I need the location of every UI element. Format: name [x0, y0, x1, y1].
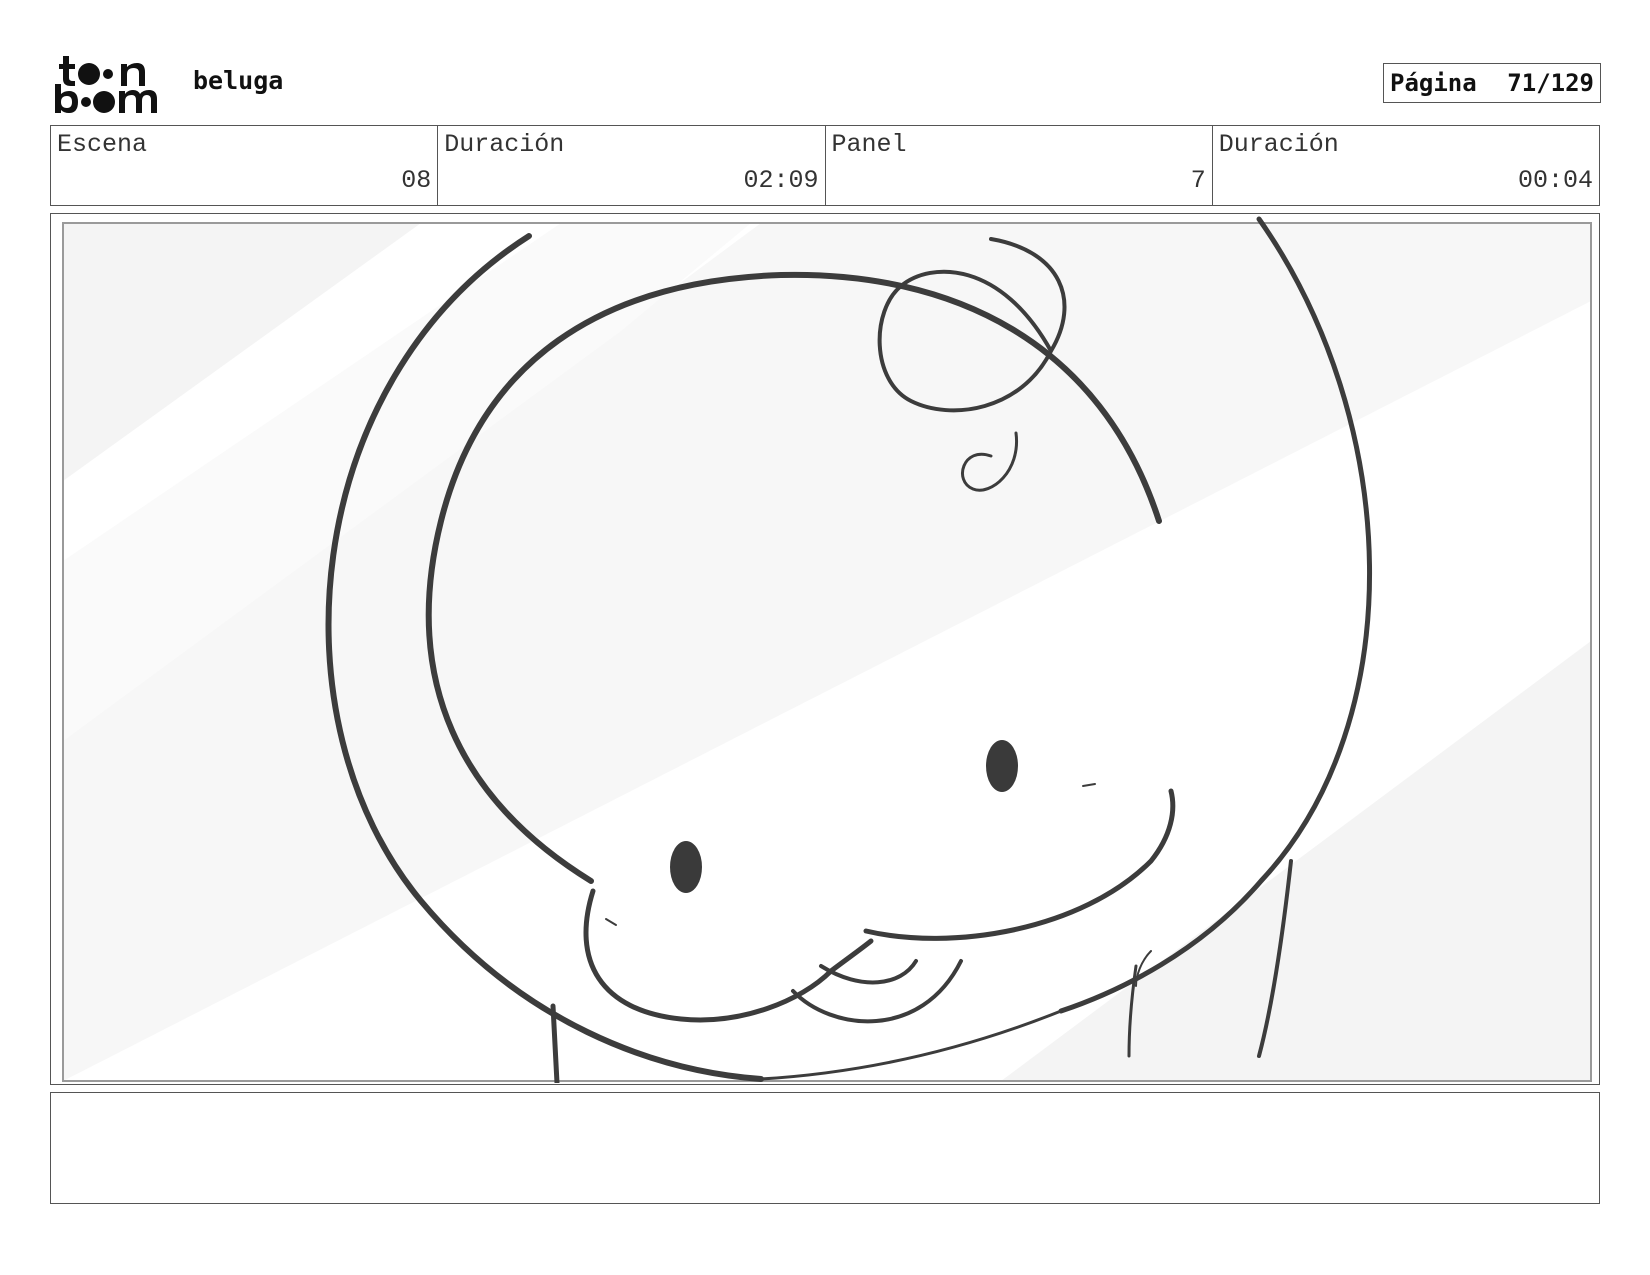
- panel-duration-cell: Duración 00:04: [1213, 126, 1599, 205]
- scene-duration-label: Duración: [444, 130, 565, 159]
- page-number: 71/129: [1507, 69, 1594, 97]
- panel-cell: Panel 7: [826, 126, 1213, 205]
- panel-label: Panel: [831, 130, 907, 159]
- project-title: beluga: [193, 66, 284, 95]
- panel-notes: [50, 1092, 1600, 1204]
- panel-value: 7: [1190, 166, 1206, 195]
- scene-duration-value: 02:09: [743, 166, 819, 195]
- storyboard-panel: [50, 213, 1600, 1085]
- beluga-sketch-icon: [51, 214, 1598, 1083]
- scene-info-table: Escena 08 Duración 02:09 Panel 7 Duració…: [50, 125, 1600, 206]
- scene-cell: Escena 08: [51, 126, 439, 205]
- page-label: Página: [1390, 69, 1477, 97]
- toon-boom-logo: [55, 56, 157, 113]
- scene-duration-cell: Duración 02:09: [438, 126, 826, 205]
- scene-value: 08: [401, 166, 432, 195]
- page-indicator: Página 71/129: [1383, 63, 1601, 103]
- panel-duration-value: 00:04: [1517, 166, 1593, 195]
- scene-label: Escena: [57, 130, 148, 159]
- panel-duration-label: Duración: [1218, 130, 1339, 159]
